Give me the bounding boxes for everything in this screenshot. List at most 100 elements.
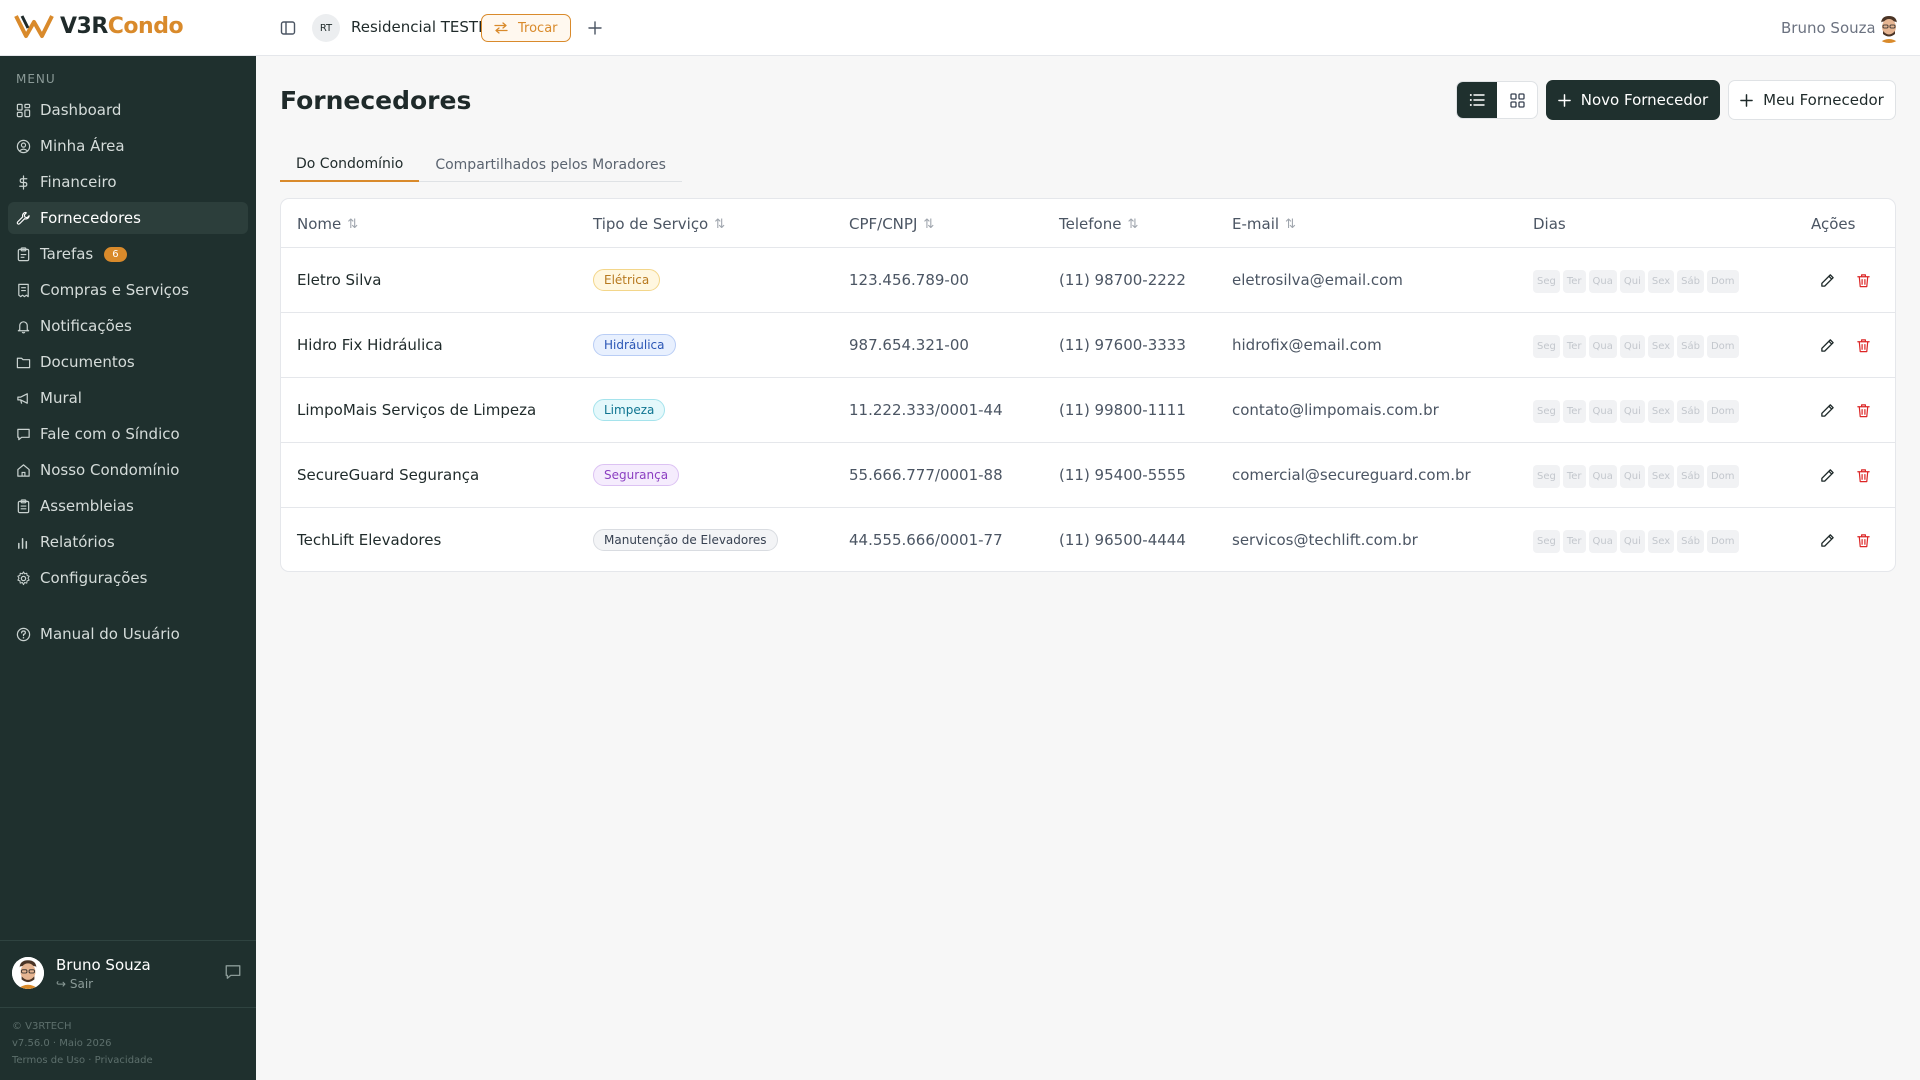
help-circle-icon <box>16 627 31 641</box>
table-row[interactable]: Eletro Silva Elétrica 123.456.789-00 (11) 9… <box>281 248 1895 313</box>
sort-icon: ⇅ <box>347 216 359 232</box>
sidebar-item-label: Configurações <box>40 569 148 587</box>
day-chip: Ter <box>1562 400 1586 423</box>
supplier-email: eletrosilva@email.com <box>1232 271 1403 289</box>
logo-mark-icon <box>14 15 54 38</box>
my-supplier-button[interactable]: Meu Fornecedor <box>1728 80 1896 120</box>
column-header-name[interactable]: Nome ⇅ <box>297 215 358 233</box>
edit-button[interactable] <box>1817 465 1837 485</box>
sidebar-item-compras[interactable]: Compras e Serviços <box>8 274 248 306</box>
clipboard-icon <box>17 246 30 261</box>
page-title: Fornecedores <box>280 86 472 115</box>
day-chip: Dom <box>1706 465 1739 488</box>
day-chip: Sex <box>1647 465 1675 488</box>
supplier-phone: (11) 97600-3333 <box>1059 336 1186 354</box>
tab-compartilhados[interactable]: Compartilhados pelos Moradores <box>419 148 682 182</box>
sidebar-toggle-button[interactable] <box>276 16 300 40</box>
day-chip: Qui <box>1619 335 1645 358</box>
home-icon <box>17 463 30 477</box>
delete-button[interactable] <box>1853 335 1873 355</box>
supplier-document: 987.654.321-00 <box>849 336 969 354</box>
logout-button[interactable]: ↪ Sair <box>56 977 93 991</box>
edit-button[interactable] <box>1817 270 1837 290</box>
sidebar-item-financeiro[interactable]: Financeiro <box>8 166 248 198</box>
sidebar-item-dashboard[interactable]: Dashboard <box>8 94 248 126</box>
terms-link[interactable]: Termos de Uso <box>12 1055 85 1066</box>
user-name[interactable]: Bruno Souza <box>1781 19 1876 37</box>
day-chip: Seg <box>1533 335 1560 358</box>
sort-icon: ⇅ <box>1127 216 1139 232</box>
trash-icon <box>1856 468 1870 482</box>
sidebar-item-manual[interactable]: Manual do Usuário <box>8 618 248 650</box>
wrench-icon <box>16 211 30 225</box>
plus-icon <box>588 21 602 35</box>
delete-button[interactable] <box>1853 270 1873 290</box>
day-chip: Sáb <box>1677 270 1704 293</box>
sidebar-item-assembleias[interactable]: Assembleias <box>8 490 248 522</box>
sidebar-user-avatar[interactable] <box>12 957 44 989</box>
sidebar-item-fale-sindico[interactable]: Fale com o Síndico <box>8 418 248 450</box>
day-chip: Qua <box>1588 530 1617 553</box>
tab-do-condominio[interactable]: Do Condomínio <box>280 148 420 182</box>
sidebar-item-label: Dashboard <box>40 101 122 119</box>
logo[interactable]: V3RCondo <box>14 10 184 42</box>
sidebar-item-documentos[interactable]: Documentos <box>8 346 248 378</box>
delete-button[interactable] <box>1853 530 1873 550</box>
table-row[interactable]: LimpoMais Serviços de Limpeza Limpeza 11.2… <box>281 378 1895 443</box>
delete-button[interactable] <box>1853 400 1873 420</box>
gear-icon <box>17 570 30 585</box>
column-header-phone[interactable]: Telefone ⇅ <box>1059 215 1138 233</box>
day-chip: Dom <box>1706 270 1739 293</box>
availability-days: Seg Ter Qua Qui Sex Sáb Dom <box>1533 465 1739 488</box>
pencil-icon <box>1820 338 1834 352</box>
column-header-doc[interactable]: CPF/CNPJ ⇅ <box>849 215 934 233</box>
sidebar-item-minha-area[interactable]: Minha Área <box>8 130 248 162</box>
column-header-label: Tipo de Serviço <box>593 215 709 233</box>
list-view-button[interactable] <box>1457 82 1497 118</box>
edit-button[interactable] <box>1817 530 1837 550</box>
user-avatar[interactable] <box>1874 13 1904 43</box>
trash-icon <box>1856 338 1870 352</box>
table-row[interactable]: SecureGuard Segurança Segurança 55.666.777… <box>281 443 1895 508</box>
table-header: Nome ⇅ Tipo de Serviço ⇅ CPF/CNPJ ⇅ Telefon… <box>281 199 1895 248</box>
edit-button[interactable] <box>1817 400 1837 420</box>
switch-condo-button[interactable]: Trocar <box>481 14 571 42</box>
grid-view-button[interactable] <box>1497 82 1537 118</box>
day-chip: Sex <box>1647 270 1675 293</box>
delete-button[interactable] <box>1853 465 1873 485</box>
sidebar-item-mural[interactable]: Mural <box>8 382 248 414</box>
supplier-email: hidrofix@email.com <box>1232 336 1382 354</box>
bell-icon <box>17 320 30 333</box>
sidebar-item-notificacoes[interactable]: Notificações <box>8 310 248 342</box>
sidebar: MENU Dashboard Minha Área Financeiro For… <box>0 56 256 1080</box>
sidebar-item-nosso-condominio[interactable]: Nosso Condomínio <box>8 454 248 486</box>
chat-button[interactable] <box>224 963 244 983</box>
day-chip: Qua <box>1588 465 1617 488</box>
receipt-icon <box>18 283 29 297</box>
new-supplier-button[interactable]: Novo Fornecedor <box>1546 80 1720 120</box>
edit-button[interactable] <box>1817 335 1837 355</box>
day-chip: Sex <box>1647 335 1675 358</box>
table-row[interactable]: Hidro Fix Hidráulica Hidráulica 987.654.32… <box>281 313 1895 378</box>
sidebar-item-label: Documentos <box>40 353 135 371</box>
sidebar-nav: Dashboard Minha Área Financeiro Forneced… <box>8 94 248 654</box>
sidebar-item-relatorios[interactable]: Relatórios <box>8 526 248 558</box>
day-chip: Ter <box>1562 270 1586 293</box>
column-header-service[interactable]: Tipo de Serviço ⇅ <box>593 215 725 233</box>
sidebar-item-label: Assembleias <box>40 497 134 515</box>
day-chip: Qui <box>1619 465 1645 488</box>
supplier-email: servicos@techlift.com.br <box>1232 531 1418 549</box>
sidebar-item-label: Fornecedores <box>40 209 141 227</box>
table-row[interactable]: TechLift Elevadores Manutenção de Elevado… <box>281 508 1895 571</box>
privacy-link[interactable]: Privacidade <box>95 1055 153 1066</box>
sidebar-item-fornecedores[interactable]: Fornecedores <box>8 202 248 234</box>
add-condo-button[interactable] <box>583 16 607 40</box>
folder-icon <box>16 357 31 368</box>
message-icon <box>17 428 30 440</box>
column-header-label: E-mail <box>1232 215 1280 233</box>
user-circle-icon <box>16 139 31 153</box>
column-header-email[interactable]: E-mail ⇅ <box>1232 215 1296 233</box>
tasks-count-badge: 6 <box>104 246 127 262</box>
sidebar-item-configuracoes[interactable]: Configurações <box>8 562 248 594</box>
sidebar-item-tarefas[interactable]: Tarefas 6 <box>8 238 248 270</box>
